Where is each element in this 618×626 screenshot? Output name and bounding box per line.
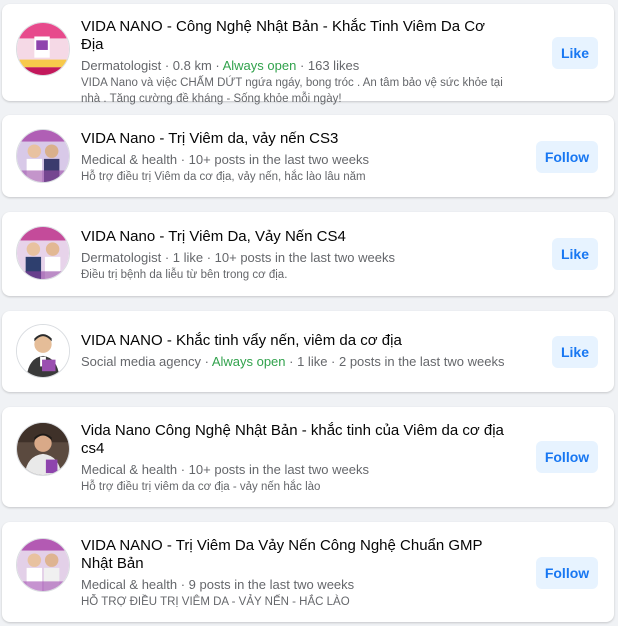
follow-button[interactable]: Follow [536,557,598,589]
page-title[interactable]: VIDA NANO - Khắc tinh vẩy nến, viêm da c… [81,332,504,350]
meta-part: · [200,354,212,369]
page-title[interactable]: VIDA Nano - Trị Viêm Da, Vảy Nến CS4 [81,228,504,246]
like-button[interactable]: Like [552,238,598,270]
result-card[interactable]: VIDA Nano - Trị Viêm da, vảy nến CS3 Med… [2,115,614,197]
page-category: Dermatologist [81,58,162,73]
page-title[interactable]: VIDA NANO - Công Nghệ Nhật Bản - Khắc Ti… [81,18,504,54]
man-portrait-avatar-icon [17,325,69,377]
meta-part: · 1 like · 10+ posts in the last two wee… [161,250,395,265]
meta-part: · 9 posts in the last two weeks [177,577,355,592]
page-category: Dermatologist [81,250,162,265]
page-title[interactable]: VIDA NANO - Trị Viêm Da Vảy Nến Công Ngh… [81,537,504,573]
page-category: Medical & health [81,462,178,477]
open-status: Always open [211,354,286,369]
meta-part: · 0.8 km · [161,58,223,73]
page-description: Hỗ trợ điều trị viêm da cơ địa - vảy nến… [81,481,321,493]
result-card[interactable]: VIDA NANO - Công Nghệ Nhật Bản - Khắc Ti… [2,4,614,105]
people-avatar-icon [17,227,69,279]
page-meta: Medical & health · 10+ posts in the last… [81,461,504,478]
result-card[interactable]: VIDA NANO - Khắc tinh vẩy nến, viêm da c… [2,311,614,392]
product-ad-avatar-icon [17,23,69,75]
follow-button[interactable]: Follow [536,441,598,473]
page-description: Hỗ trợ điều trị Viêm da cơ địa, vảy nến,… [81,171,366,183]
result-info: VIDA NANO - Trị Viêm Da Vảy Nến Công Ngh… [81,537,504,610]
like-button[interactable]: Like [552,37,598,69]
result-info: Vida Nano Công Nghệ Nhật Bản - khắc tinh… [81,422,504,495]
page-description: HỖ TRỢ ĐIỀU TRỊ VIÊM DA - VẢY NẾN - HẮC … [81,596,350,608]
meta-part: · 10+ posts in the last two weeks [177,462,369,477]
page-category: Medical & health [81,577,178,592]
meta-part: · 163 likes [296,58,360,73]
page-avatar[interactable] [16,226,70,280]
meta-part: · 10+ posts in the last two weeks [177,152,369,167]
page-avatar[interactable] [16,129,70,183]
man-photo-avatar-icon [17,423,69,475]
page-avatar[interactable] [16,22,70,76]
page-title[interactable]: Vida Nano Công Nghệ Nhật Bản - khắc tinh… [81,422,504,458]
result-card[interactable]: VIDA NANO - Trị Viêm Da Vảy Nến Công Ngh… [2,522,614,622]
follow-button[interactable]: Follow [536,141,598,173]
result-info: VIDA NANO - Công Nghệ Nhật Bản - Khắc Ti… [81,18,504,107]
result-info: VIDA Nano - Trị Viêm Da, Vảy Nến CS4 Der… [81,228,504,283]
people-avatar-icon [17,130,69,182]
page-category: Medical & health [81,152,178,167]
page-avatar[interactable] [16,324,70,378]
page-meta: Medical & health · 10+ posts in the last… [81,151,504,168]
result-card[interactable]: Vida Nano Công Nghệ Nhật Bản - khắc tinh… [2,407,614,507]
page-avatar[interactable] [16,538,70,592]
open-status: Always open [222,58,297,73]
meta-part: · 1 like · 2 posts in the last two weeks [285,354,505,369]
people-avatar-icon [17,539,69,591]
page-meta: Dermatologist · 0.8 km · Always open · 1… [81,57,504,74]
result-info: VIDA Nano - Trị Viêm da, vảy nến CS3 Med… [81,130,504,185]
page-avatar[interactable] [16,422,70,476]
page-description: VIDA Nano và việc CHẤM DỨT ngứa ngáy, bo… [81,77,503,105]
page-meta: Social media agency · Always open · 1 li… [81,353,504,370]
like-button[interactable]: Like [552,336,598,368]
page-meta: Dermatologist · 1 like · 10+ posts in th… [81,249,504,266]
page-description: Điều trị bệnh da liễu từ bên trong cơ đị… [81,269,288,281]
result-info: VIDA NANO - Khắc tinh vẩy nến, viêm da c… [81,332,504,370]
page-category: Social media agency [81,354,201,369]
page-meta: Medical & health · 9 posts in the last t… [81,576,504,593]
result-card[interactable]: VIDA Nano - Trị Viêm Da, Vảy Nến CS4 Der… [2,212,614,296]
page-title[interactable]: VIDA Nano - Trị Viêm da, vảy nến CS3 [81,130,504,148]
